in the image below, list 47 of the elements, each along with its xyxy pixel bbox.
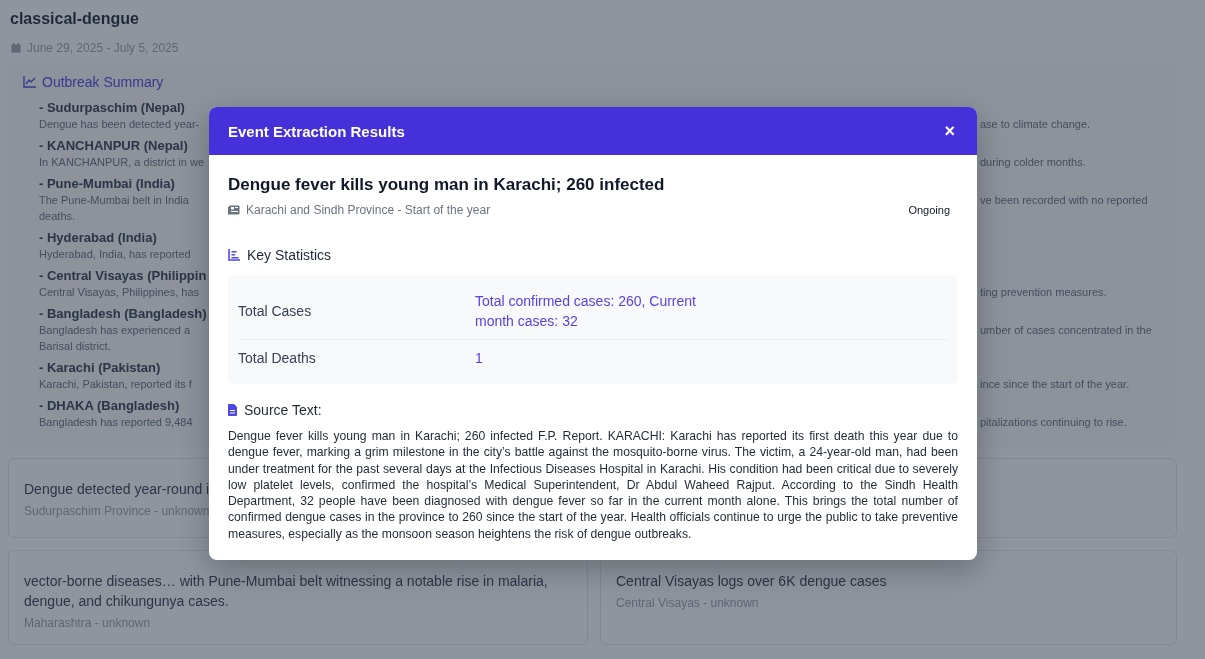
page-title: classical-dengue xyxy=(9,9,140,29)
summary-text: ince since the start of the year. xyxy=(980,377,1130,392)
event-location-time: Karachi and Sindh Province - Start of the year xyxy=(246,203,491,217)
section-heading: Key Statistics xyxy=(247,247,332,263)
location-name: - DHAKA (Bangladesh) xyxy=(39,398,180,414)
source-text: Dengue fever kills young man in Karachi; 260 infected F.P. Report. KARACHI: Karachi has reported its first death this year due to dengue fever, marking a grim milestone in the city’s battle against the mosquito-borne virus. The victim, a 24-year-old man, had been under treatment for the past several days at the Infectious Diseases Hospital in Karachi. His condition had been critical due to severely low platelet levels, confirmed the hospital’s Medical Superintendent, Dr Abdul Waheed Rajput. According to the Sindh Health Department, 32 people have been diagnosed with dengue fever so far in the current month alone. This brings the total number of confirmed dengue cases in the province to 260 since the start of the year. Health officials continue to urge the public to take preventive measures, especially as the monsoon season heightens the risk of dengue outbreaks. xyxy=(228,428,958,543)
close-button[interactable]: × xyxy=(940,120,959,142)
location-name: - Sudurpaschim (Nepal) xyxy=(39,100,185,116)
summary-text: Karachi, Pakistan, reported its f xyxy=(39,377,192,392)
summary-text: ve been recorded with no reported xyxy=(980,193,1148,208)
summary-text: Barisal district. xyxy=(39,339,111,354)
summary-text: Central Visayas, Philippines, has xyxy=(39,285,199,300)
line-chart-icon xyxy=(23,76,36,88)
summary-text: Bangladesh has experienced a xyxy=(39,323,191,338)
location-name: - Karachi (Pakistan) xyxy=(39,360,161,376)
document-icon xyxy=(228,404,237,416)
location-name: - Bangladesh (Bangladesh) xyxy=(39,306,207,322)
section-heading: Outbreak Summary xyxy=(42,74,164,90)
stat-value: Total confirmed cases: 260, Current month cases: 32 xyxy=(475,292,697,331)
event-title: Dengue fever kills young man in Karachi; 260 infected xyxy=(228,175,666,195)
stat-value: 1 xyxy=(475,349,484,368)
summary-text: In KANCHANPUR, a district in we xyxy=(39,155,205,170)
modal-title: Event Extraction Results xyxy=(228,122,405,140)
location-name: - KANCHANPUR (Nepal) xyxy=(39,138,188,154)
summary-text: Bangladesh has reported 9,484 xyxy=(39,415,193,430)
newspaper-icon xyxy=(228,205,240,215)
summary-text: ting prevention measures. xyxy=(980,285,1107,300)
event-headline: Central Visayas logs over 6K dengue cases xyxy=(616,572,887,591)
summary-text: during colder months. xyxy=(980,155,1086,170)
summary-text: pitalizations continuing to rise. xyxy=(980,415,1127,430)
location-name: - Pune-Mumbai (India) xyxy=(39,176,175,192)
bar-chart-icon xyxy=(228,249,240,261)
status-label: Ongoing xyxy=(908,204,951,216)
event-headline: Dengue detected year-round i xyxy=(24,480,210,499)
summary-text: The Pune-Mumbai belt in India xyxy=(39,193,189,208)
summary-text: deaths. xyxy=(39,209,76,224)
stat-label: Total Deaths xyxy=(238,350,317,366)
location-name: - Hyderabad (India) xyxy=(39,230,157,246)
summary-text: umber of cases concentrated in the xyxy=(980,323,1152,338)
summary-text: ase to climate change. xyxy=(980,117,1091,132)
summary-text: Hyderabad, India, has reported xyxy=(39,247,191,262)
summary-text: Dengue has been detected year- xyxy=(39,117,200,132)
location-name: - Central Visayas (Philippin xyxy=(39,268,207,284)
event-headline: vector-borne diseases… with Pune-Mumbai belt witnessing a notable rise in malaria, dengue, and chikungunya cases. xyxy=(24,572,549,611)
stat-label: Total Cases xyxy=(238,303,313,319)
calendar-icon xyxy=(11,43,21,53)
section-heading: Source Text: xyxy=(244,402,322,418)
